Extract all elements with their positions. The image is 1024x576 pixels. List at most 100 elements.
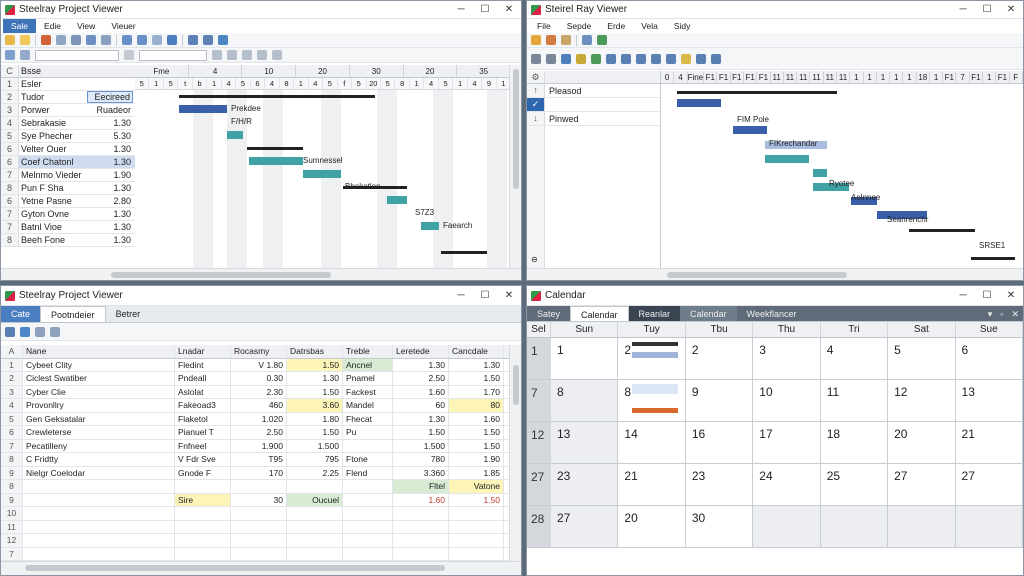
day-cell[interactable]: 9 [686, 380, 754, 421]
day-cell[interactable]: 25 [821, 464, 889, 505]
copy-icon[interactable] [71, 35, 81, 45]
dropdown-icon[interactable]: ▾ [984, 306, 997, 321]
tab-calendar-2[interactable]: Calendar [680, 306, 737, 321]
cell[interactable] [231, 547, 287, 560]
print-icon[interactable] [41, 35, 51, 45]
day-cell[interactable]: 23 [551, 464, 619, 505]
sort-icon[interactable] [621, 53, 631, 64]
cell[interactable] [343, 547, 393, 560]
cell[interactable]: Pecatilleny [23, 439, 175, 452]
cell[interactable]: Pianuel T [175, 426, 231, 439]
cell[interactable]: 1.70 [449, 385, 504, 398]
cell[interactable]: 1.85 [449, 466, 504, 479]
task-bar[interactable] [227, 131, 243, 139]
cell[interactable] [175, 547, 231, 560]
col-leretede-header[interactable]: Leretede [393, 345, 449, 358]
columns-icon[interactable] [20, 50, 30, 60]
cell[interactable]: 1.30 [393, 358, 449, 371]
cell[interactable] [231, 534, 287, 547]
day-cell[interactable]: 21 [618, 464, 686, 505]
table-icon[interactable] [5, 326, 15, 337]
day-cell[interactable]: 23 [686, 464, 754, 505]
table-row[interactable]: 3 Porwer Ruadeor [1, 104, 135, 117]
cell[interactable]: 780 [393, 453, 449, 466]
cell[interactable]: 3.60 [287, 399, 343, 412]
cell[interactable]: 170 [231, 466, 287, 479]
day-cell[interactable] [888, 506, 956, 547]
cell[interactable] [175, 520, 231, 533]
table-row[interactable]: 8 Fltel Vatone [1, 480, 509, 494]
day-cell[interactable]: 27 [551, 506, 619, 547]
cell[interactable] [23, 520, 175, 533]
expand-icon[interactable] [257, 50, 267, 60]
horizontal-scrollbar[interactable] [527, 268, 1023, 280]
col-cancdale-header[interactable]: Cancdale [449, 345, 504, 358]
day-cell[interactable] [753, 506, 821, 547]
filter-icon[interactable] [152, 35, 162, 45]
event-bar[interactable] [632, 384, 679, 394]
layout-icon[interactable] [5, 50, 15, 60]
task-icon[interactable] [597, 35, 607, 45]
cell[interactable]: Flaketol [175, 412, 231, 425]
warning-icon[interactable] [576, 53, 586, 64]
cell[interactable] [449, 534, 504, 547]
tab-cate[interactable]: Cate [1, 306, 41, 322]
cell[interactable]: Aslolat [175, 385, 231, 398]
tab-calendar[interactable]: Calendar [570, 306, 629, 321]
task-bar[interactable] [421, 222, 439, 230]
zoom-out-icon[interactable] [137, 35, 147, 45]
vertical-scrollbar[interactable] [509, 65, 521, 268]
day-cell[interactable]: 2 [618, 338, 686, 379]
cell[interactable]: Cyber Clie [23, 385, 175, 398]
cell[interactable]: 1.50 [449, 493, 504, 506]
table-row[interactable]: 1 Cybeet Clity Fledint V 1.80 1.50 Ancnel 1.30… [1, 358, 509, 372]
cell[interactable]: Pu [343, 426, 393, 439]
table-row[interactable]: 7 Batnl Vioe 1.30 [1, 221, 135, 234]
task-bar[interactable] [179, 105, 227, 113]
day-cell[interactable]: 14 [618, 422, 686, 463]
cell[interactable] [343, 493, 393, 506]
cell[interactable]: Gnode F [175, 466, 231, 479]
close-icon[interactable]: ✕ [497, 4, 521, 15]
summary-bar[interactable] [909, 229, 975, 232]
report-icon[interactable] [582, 35, 592, 45]
cell[interactable]: 1.90 [449, 453, 504, 466]
filter-dropdown[interactable] [139, 49, 207, 61]
cell[interactable]: V 1.80 [231, 358, 287, 371]
cell[interactable]: 1.50 [393, 426, 449, 439]
folder-icon[interactable] [561, 35, 571, 45]
cell[interactable] [175, 480, 231, 493]
day-cell[interactable]: 18 [821, 422, 889, 463]
day-cell[interactable] [955, 506, 1023, 547]
cell[interactable] [343, 534, 393, 547]
table-row[interactable]: 8 Pun F Sha 1.30 [1, 182, 135, 195]
open-icon[interactable] [5, 35, 15, 45]
cell[interactable]: V Fdr Sve [175, 453, 231, 466]
table-row[interactable]: 2 Tudor Eecireed [1, 91, 135, 104]
cell[interactable] [23, 480, 175, 493]
day-cell[interactable]: 17 [753, 422, 821, 463]
close-icon[interactable]: ✕ [497, 290, 521, 301]
cell[interactable]: Fhecat [343, 412, 393, 425]
cell[interactable] [175, 507, 231, 520]
note-icon[interactable] [681, 53, 691, 64]
maximize-icon[interactable]: ☐ [975, 290, 999, 301]
cell[interactable] [175, 534, 231, 547]
table-row[interactable]: 12 [1, 534, 509, 548]
cell[interactable] [23, 547, 175, 560]
table-row[interactable]: 4 Provonllry Fakeoad3 460 3.60 Mandel 60 80 [1, 399, 509, 413]
cell[interactable]: Mandel [343, 399, 393, 412]
cell[interactable]: 1.900 [231, 439, 287, 452]
cell[interactable]: 1.60 [393, 493, 449, 506]
table-row[interactable]: 9 Sire 30 Oucuel 1.60 1.50 [1, 493, 509, 507]
day-cell[interactable]: 24 [753, 464, 821, 505]
table-row[interactable]: 4 Sebrakasie 1.30 [1, 117, 135, 130]
day-cell[interactable]: 20 [888, 422, 956, 463]
table-row[interactable]: 7 Pecatilleny Fnfneel 1.900 1.500 1.500 1.50 [1, 439, 509, 453]
collapse-icon[interactable] [272, 50, 282, 60]
day-cell[interactable]: 16 [686, 422, 754, 463]
cell[interactable]: C Fridtty [23, 453, 175, 466]
day-cell[interactable]: 8 [618, 380, 686, 421]
cell[interactable]: 1.50 [287, 426, 343, 439]
folder-icon[interactable] [20, 35, 30, 45]
